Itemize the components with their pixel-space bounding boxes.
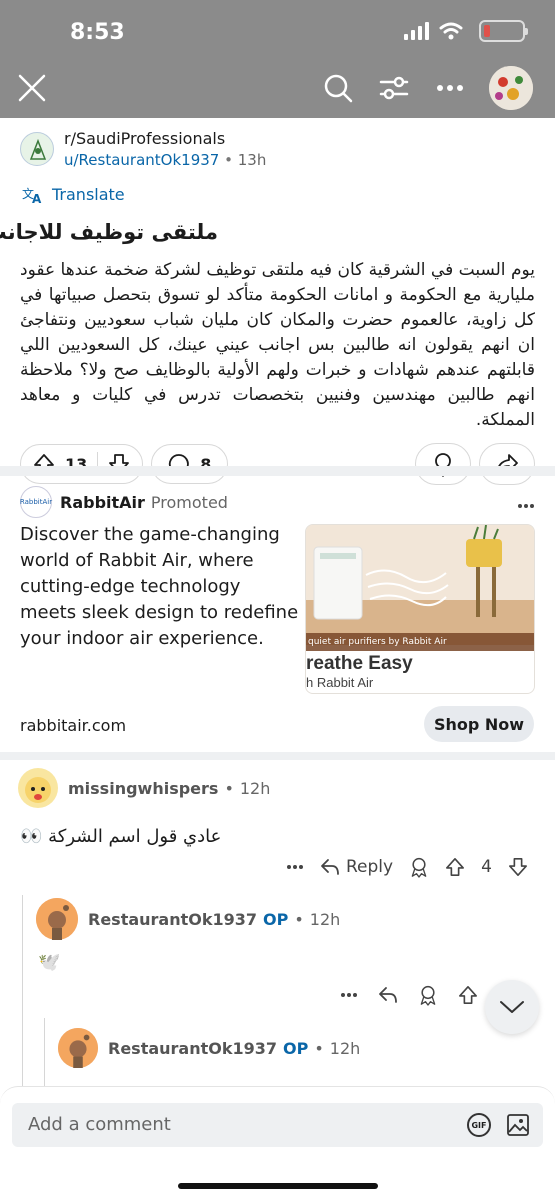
scroll-down-button[interactable] [485,980,539,1034]
commenter-avatar[interactable] [18,768,58,808]
promoted-label: Promoted [150,492,228,512]
ad-image[interactable]: quiet air purifiers by Rabbit Air reathe… [305,524,535,694]
upvote-icon[interactable] [445,857,465,877]
more-horizontal-icon[interactable] [286,864,304,870]
nav-bar [0,60,555,118]
translate-button[interactable]: 文 A Translate [22,185,555,204]
ad-image-sub: h Rabbit Air [306,675,374,690]
translate-label: Translate [52,185,125,204]
comment-actions: Reply 4 [286,856,528,878]
reply-icon [321,859,339,875]
ad-image-caption: quiet air purifiers by Rabbit Air [306,633,534,651]
comment-age-sep: • [314,1038,324,1058]
search-button[interactable] [321,71,355,105]
ad-more-button[interactable] [517,490,535,514]
comment-reply: RestaurantOk1937 OP • 12h [0,1028,555,1068]
ad-domain[interactable]: rabbitair.com [20,716,126,735]
user-avatar[interactable] [489,66,533,110]
more-options-button[interactable] [433,71,467,105]
comment-body: 🕊️ [38,952,61,973]
subreddit-icon[interactable] [20,132,54,166]
translate-icon: 文 A [22,186,42,204]
gif-label: GIF [471,1120,487,1130]
post-body: يوم السبت في الشرقية كان فيه ملتقى توظيف… [20,260,535,430]
comment-username[interactable]: RestaurantOk1937 [108,1039,277,1058]
cellular-signal-icon [404,22,429,40]
post-author[interactable]: u/RestaurantOk1937 [64,151,219,169]
comment-username[interactable]: RestaurantOk1937 [88,910,257,929]
reply-icon[interactable] [378,986,398,1004]
section-divider [0,466,555,476]
comment-age: 12h [329,1038,361,1058]
status-time: 8:53 [70,20,125,45]
upvote-icon[interactable] [458,985,478,1005]
comment-reply: RestaurantOk1937 OP • 12h 🕊️ [0,898,555,1006]
image-upload-icon[interactable] [506,1113,530,1137]
comment-age-sep: • [294,909,304,929]
comment-actions [340,984,478,1006]
commenter-avatar[interactable] [36,898,78,940]
advertiser-logo[interactable]: RabbitAir [20,486,52,518]
op-badge: OP [263,909,289,929]
more-horizontal-icon[interactable] [340,992,358,998]
comment-age: 12h [309,909,341,929]
comment-input[interactable]: Add a comment GIF [12,1103,543,1147]
meta-separator: • [224,151,238,169]
award-icon[interactable] [418,984,438,1006]
sliders-icon [379,76,409,100]
op-badge: OP [283,1038,309,1058]
status-icons [404,20,528,42]
post-age: 13h [237,151,267,169]
ad-text[interactable]: Discover the game-changing world of Rabb… [20,522,300,652]
comment-age-sep: • [224,778,234,798]
shop-now-button[interactable]: Shop Now [424,706,534,742]
award-icon[interactable] [409,856,429,878]
comment-header: RestaurantOk1937 OP • 12h [0,1028,555,1068]
comment-input-placeholder: Add a comment [28,1114,171,1135]
wifi-icon [439,22,463,40]
post-meta: u/RestaurantOk1937 • 13h [64,149,266,171]
comment-username[interactable]: missingwhispers [68,779,218,798]
svg-text:A: A [32,192,42,204]
gif-button[interactable]: GIF [467,1113,491,1137]
battery-icon [479,20,528,42]
chevron-down-icon [500,1001,524,1013]
logo-text: RabbitAir [19,498,53,506]
post: r/SaudiProfessionals u/RestaurantOk1937 … [0,118,555,485]
ad-image-headline: reathe Easy [306,653,413,674]
comment-age: 12h [239,778,271,798]
comment-score: 4 [481,857,492,877]
section-divider [0,752,555,760]
home-indicator [178,1183,378,1189]
close-icon[interactable] [16,72,48,104]
subreddit-name[interactable]: r/SaudiProfessionals [64,129,266,149]
post-title: ملتقى توظيف للاجانب [0,220,218,244]
nav-actions [321,66,533,110]
comment: missingwhispers • 12h عادي قول اسم الشرك… [0,768,555,878]
avatar-image [489,66,533,110]
comment-header: RestaurantOk1937 OP • 12h [0,898,555,940]
advertiser-name[interactable]: RabbitAir [60,493,145,512]
promoted-ad: RabbitAir RabbitAir Promoted Discover th… [0,478,555,748]
top-overlay: 8:53 [0,0,555,118]
more-horizontal-icon [437,85,463,91]
reply-button[interactable]: Reply [320,857,393,877]
comment-header: missingwhispers • 12h [0,768,555,808]
search-icon [324,74,353,103]
commenter-avatar[interactable] [58,1028,98,1068]
filter-button[interactable] [377,71,411,105]
more-horizontal-icon [518,504,534,508]
reply-label: Reply [346,857,394,877]
post-header: r/SaudiProfessionals u/RestaurantOk1937 … [0,118,555,171]
ad-header: RabbitAir RabbitAir Promoted [0,478,555,518]
downvote-icon[interactable] [508,857,528,877]
comment-body: عادي قول اسم الشركة 👀 [20,826,222,847]
